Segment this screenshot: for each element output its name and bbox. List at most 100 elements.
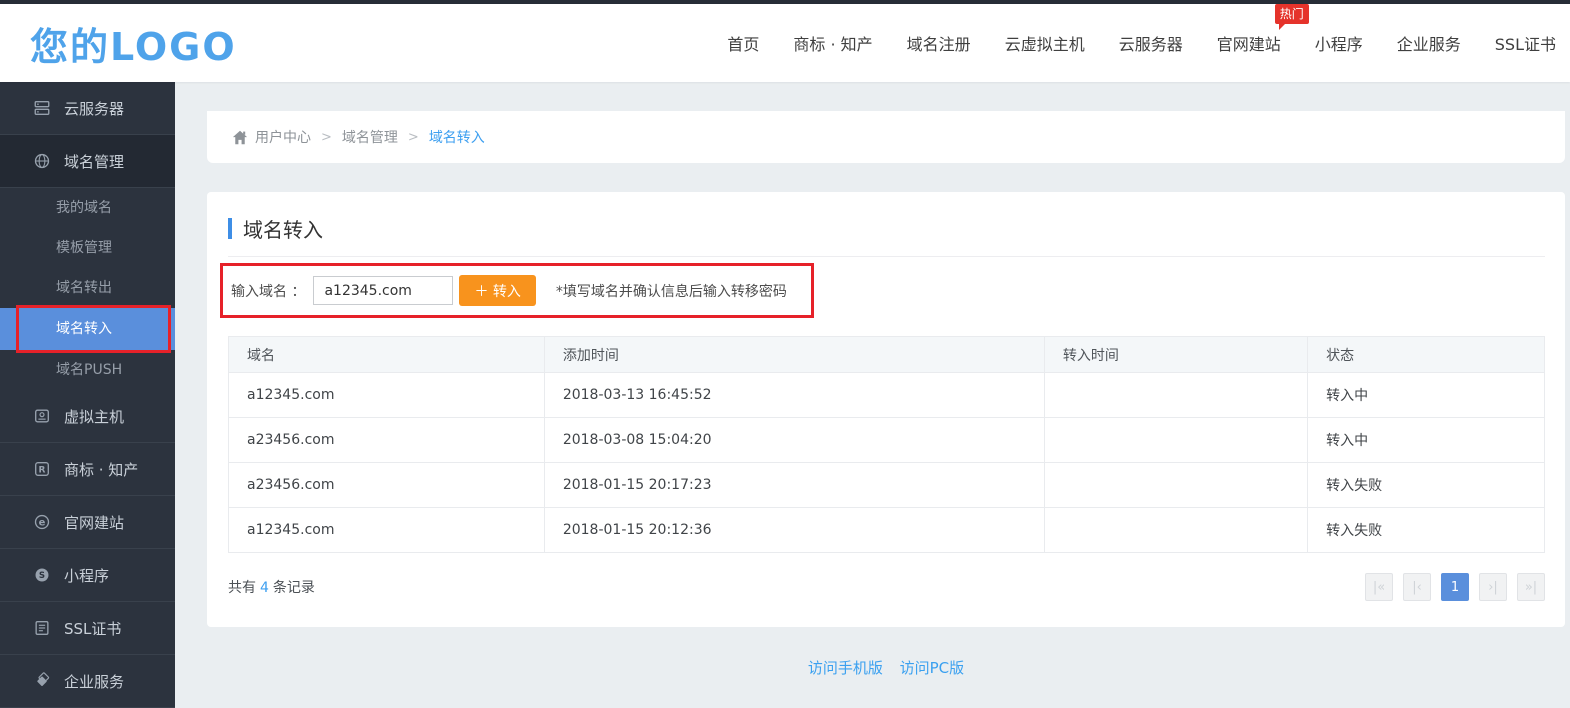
sidebar-item-label: 域名管理: [64, 151, 124, 172]
header: 您的LOGO 首页 商标 · 知产 域名注册 云虚拟主机 云服务器 官网建站 热…: [0, 4, 1570, 82]
svg-text:e: e: [39, 517, 46, 528]
sidebar-item-virtual-host[interactable]: 虚拟主机: [0, 390, 175, 443]
cell-added-time: 2018-01-15 20:12:36: [544, 508, 1044, 553]
pagination-next-button[interactable]: ›|: [1479, 573, 1507, 601]
sidebar-item-domain-management[interactable]: 域名管理: [0, 135, 175, 188]
svg-text:R: R: [39, 465, 46, 475]
sidebar-item-domain-transfer-out[interactable]: 域名转出: [0, 268, 175, 308]
cell-transfer-time: [1044, 508, 1307, 553]
pagination-last-button[interactable]: »|: [1517, 573, 1545, 601]
sidebar-item-template-management[interactable]: 模板管理: [0, 228, 175, 268]
cell-domain: a12345.com: [229, 508, 545, 553]
host-icon: [33, 407, 51, 425]
nav-ssl[interactable]: SSL证书: [1495, 31, 1556, 55]
pagination-first-button[interactable]: |«: [1365, 573, 1393, 601]
website-icon: e: [33, 513, 51, 531]
logo: 您的LOGO: [30, 16, 237, 71]
transfer-records-table: 域名 添加时间 转入时间 状态 a12345.com 2018-03-13 16…: [228, 336, 1545, 553]
nav-enterprise[interactable]: 企业服务: [1397, 31, 1461, 55]
globe-icon: [33, 152, 51, 170]
sidebar-item-domain-push[interactable]: 域名PUSH: [0, 350, 175, 390]
domain-input-label: 输入域名 ：: [231, 281, 305, 301]
sidebar-item-label: 域名转入: [56, 321, 112, 337]
cell-transfer-time: [1044, 373, 1307, 418]
status-badge: 转入失败: [1308, 508, 1545, 553]
transfer-form-note: *填写域名并确认信息后输入转移密码: [556, 281, 787, 301]
mobile-version-link[interactable]: 访问手机版: [808, 659, 883, 677]
sidebar-item-label: 企业服务: [64, 671, 124, 692]
column-header-status: 状态: [1308, 337, 1545, 373]
transfer-in-button[interactable]: ＋ 转入: [459, 275, 535, 306]
domain-submenu: 我的域名 模板管理 域名转出 域名转入 域名PUSH: [0, 188, 175, 390]
ssl-certificate-icon: [33, 619, 51, 637]
transfer-form-annotation-box: 输入域名 ： ＋ 转入 *填写域名并确认信息后输入转移密码: [220, 263, 814, 318]
column-header-added-time: 添加时间: [544, 337, 1044, 373]
miniprogram-icon: S: [33, 566, 51, 584]
pagination: |« |‹ 1 ›| »|: [1365, 573, 1545, 601]
cell-transfer-time: [1044, 463, 1307, 508]
cell-added-time: 2018-03-08 15:04:20: [544, 418, 1044, 463]
cell-domain: a12345.com: [229, 373, 545, 418]
sidebar-item-trademark[interactable]: R 商标 · 知产: [0, 443, 175, 496]
pagination-prev-button[interactable]: |‹: [1403, 573, 1431, 601]
tags-icon: [33, 672, 51, 690]
breadcrumb-separator: >: [408, 130, 419, 145]
sidebar-item-my-domains[interactable]: 我的域名: [0, 188, 175, 228]
domain-input[interactable]: [313, 276, 453, 305]
sidebar-item-miniprogram[interactable]: S 小程序: [0, 549, 175, 602]
status-badge: 转入中: [1308, 373, 1545, 418]
table-row: a12345.com 2018-03-13 16:45:52 转入中: [229, 373, 1545, 418]
cell-added-time: 2018-03-13 16:45:52: [544, 373, 1044, 418]
trademark-icon: R: [33, 460, 51, 478]
breadcrumb-domain-management[interactable]: 域名管理: [342, 127, 398, 147]
sidebar-item-ssl[interactable]: SSL证书: [0, 602, 175, 655]
table-header-row: 域名 添加时间 转入时间 状态: [229, 337, 1545, 373]
domain-transfer-card: 域名转入 输入域名 ： ＋ 转入 *填写域名并确认信息后输入转移密码 域名 添加…: [207, 192, 1565, 627]
home-icon: [232, 130, 248, 145]
cell-domain: a23456.com: [229, 463, 545, 508]
status-badge: 转入失败: [1308, 463, 1545, 508]
sidebar-item-label: SSL证书: [64, 618, 121, 639]
nav-miniprogram[interactable]: 小程序: [1315, 31, 1363, 55]
sidebar-item-label: 小程序: [64, 565, 109, 586]
page-title: 域名转入: [228, 214, 1545, 243]
sidebar-item-label: 商标 · 知产: [64, 459, 138, 480]
sidebar: 云服务器 域名管理 我的域名 模板管理 域名转出 域名转入 域名PUSH 虚拟主…: [0, 82, 175, 708]
nav-trademark[interactable]: 商标 · 知产: [793, 31, 872, 55]
pc-version-link[interactable]: 访问PC版: [900, 659, 965, 677]
record-count-summary: 共有4条记录: [228, 577, 315, 597]
title-divider: [228, 256, 1545, 257]
page-title-text: 域名转入: [243, 214, 323, 243]
breadcrumb-user-center[interactable]: 用户中心: [255, 127, 311, 147]
page-footer: 访问手机版 访问PC版: [207, 657, 1565, 678]
column-header-domain: 域名: [229, 337, 545, 373]
sidebar-item-cloud-server[interactable]: 云服务器: [0, 82, 175, 135]
breadcrumb-current-page[interactable]: 域名转入: [429, 127, 485, 147]
sidebar-item-domain-transfer-in[interactable]: 域名转入: [0, 308, 175, 350]
table-row: a23456.com 2018-01-15 20:17:23 转入失败: [229, 463, 1545, 508]
sidebar-item-enterprise[interactable]: 企业服务: [0, 655, 175, 708]
content-area: 用户中心 > 域名管理 > 域名转入 域名转入 输入域名 ： ＋ 转入 *填写域…: [175, 82, 1570, 708]
table-row: a23456.com 2018-03-08 15:04:20 转入中: [229, 418, 1545, 463]
summary-prefix: 共有: [228, 580, 256, 596]
sidebar-item-website-builder[interactable]: e 官网建站: [0, 496, 175, 549]
nav-domain-register[interactable]: 域名注册: [907, 31, 971, 55]
nav-home[interactable]: 首页: [727, 31, 759, 55]
record-count: 4: [260, 580, 269, 596]
nav-cloud-vhost[interactable]: 云虚拟主机: [1005, 31, 1085, 55]
nav-website-builder-label: 官网建站: [1217, 35, 1281, 54]
sidebar-item-label: 虚拟主机: [64, 406, 124, 427]
cell-domain: a23456.com: [229, 418, 545, 463]
nav-website-builder[interactable]: 官网建站 热门: [1217, 31, 1281, 55]
hot-badge: 热门: [1275, 4, 1309, 24]
nav-cloud-server[interactable]: 云服务器: [1119, 31, 1183, 55]
top-nav: 首页 商标 · 知产 域名注册 云虚拟主机 云服务器 官网建站 热门 小程序 企…: [727, 31, 1570, 55]
sidebar-item-label: 官网建站: [64, 512, 124, 533]
table-row: a12345.com 2018-01-15 20:12:36 转入失败: [229, 508, 1545, 553]
title-accent-bar: [228, 218, 232, 239]
breadcrumb: 用户中心 > 域名管理 > 域名转入: [207, 111, 1565, 163]
status-badge: 转入中: [1308, 418, 1545, 463]
pagination-page-1-button[interactable]: 1: [1441, 573, 1469, 601]
svg-text:S: S: [39, 571, 45, 581]
summary-suffix: 条记录: [273, 580, 315, 596]
